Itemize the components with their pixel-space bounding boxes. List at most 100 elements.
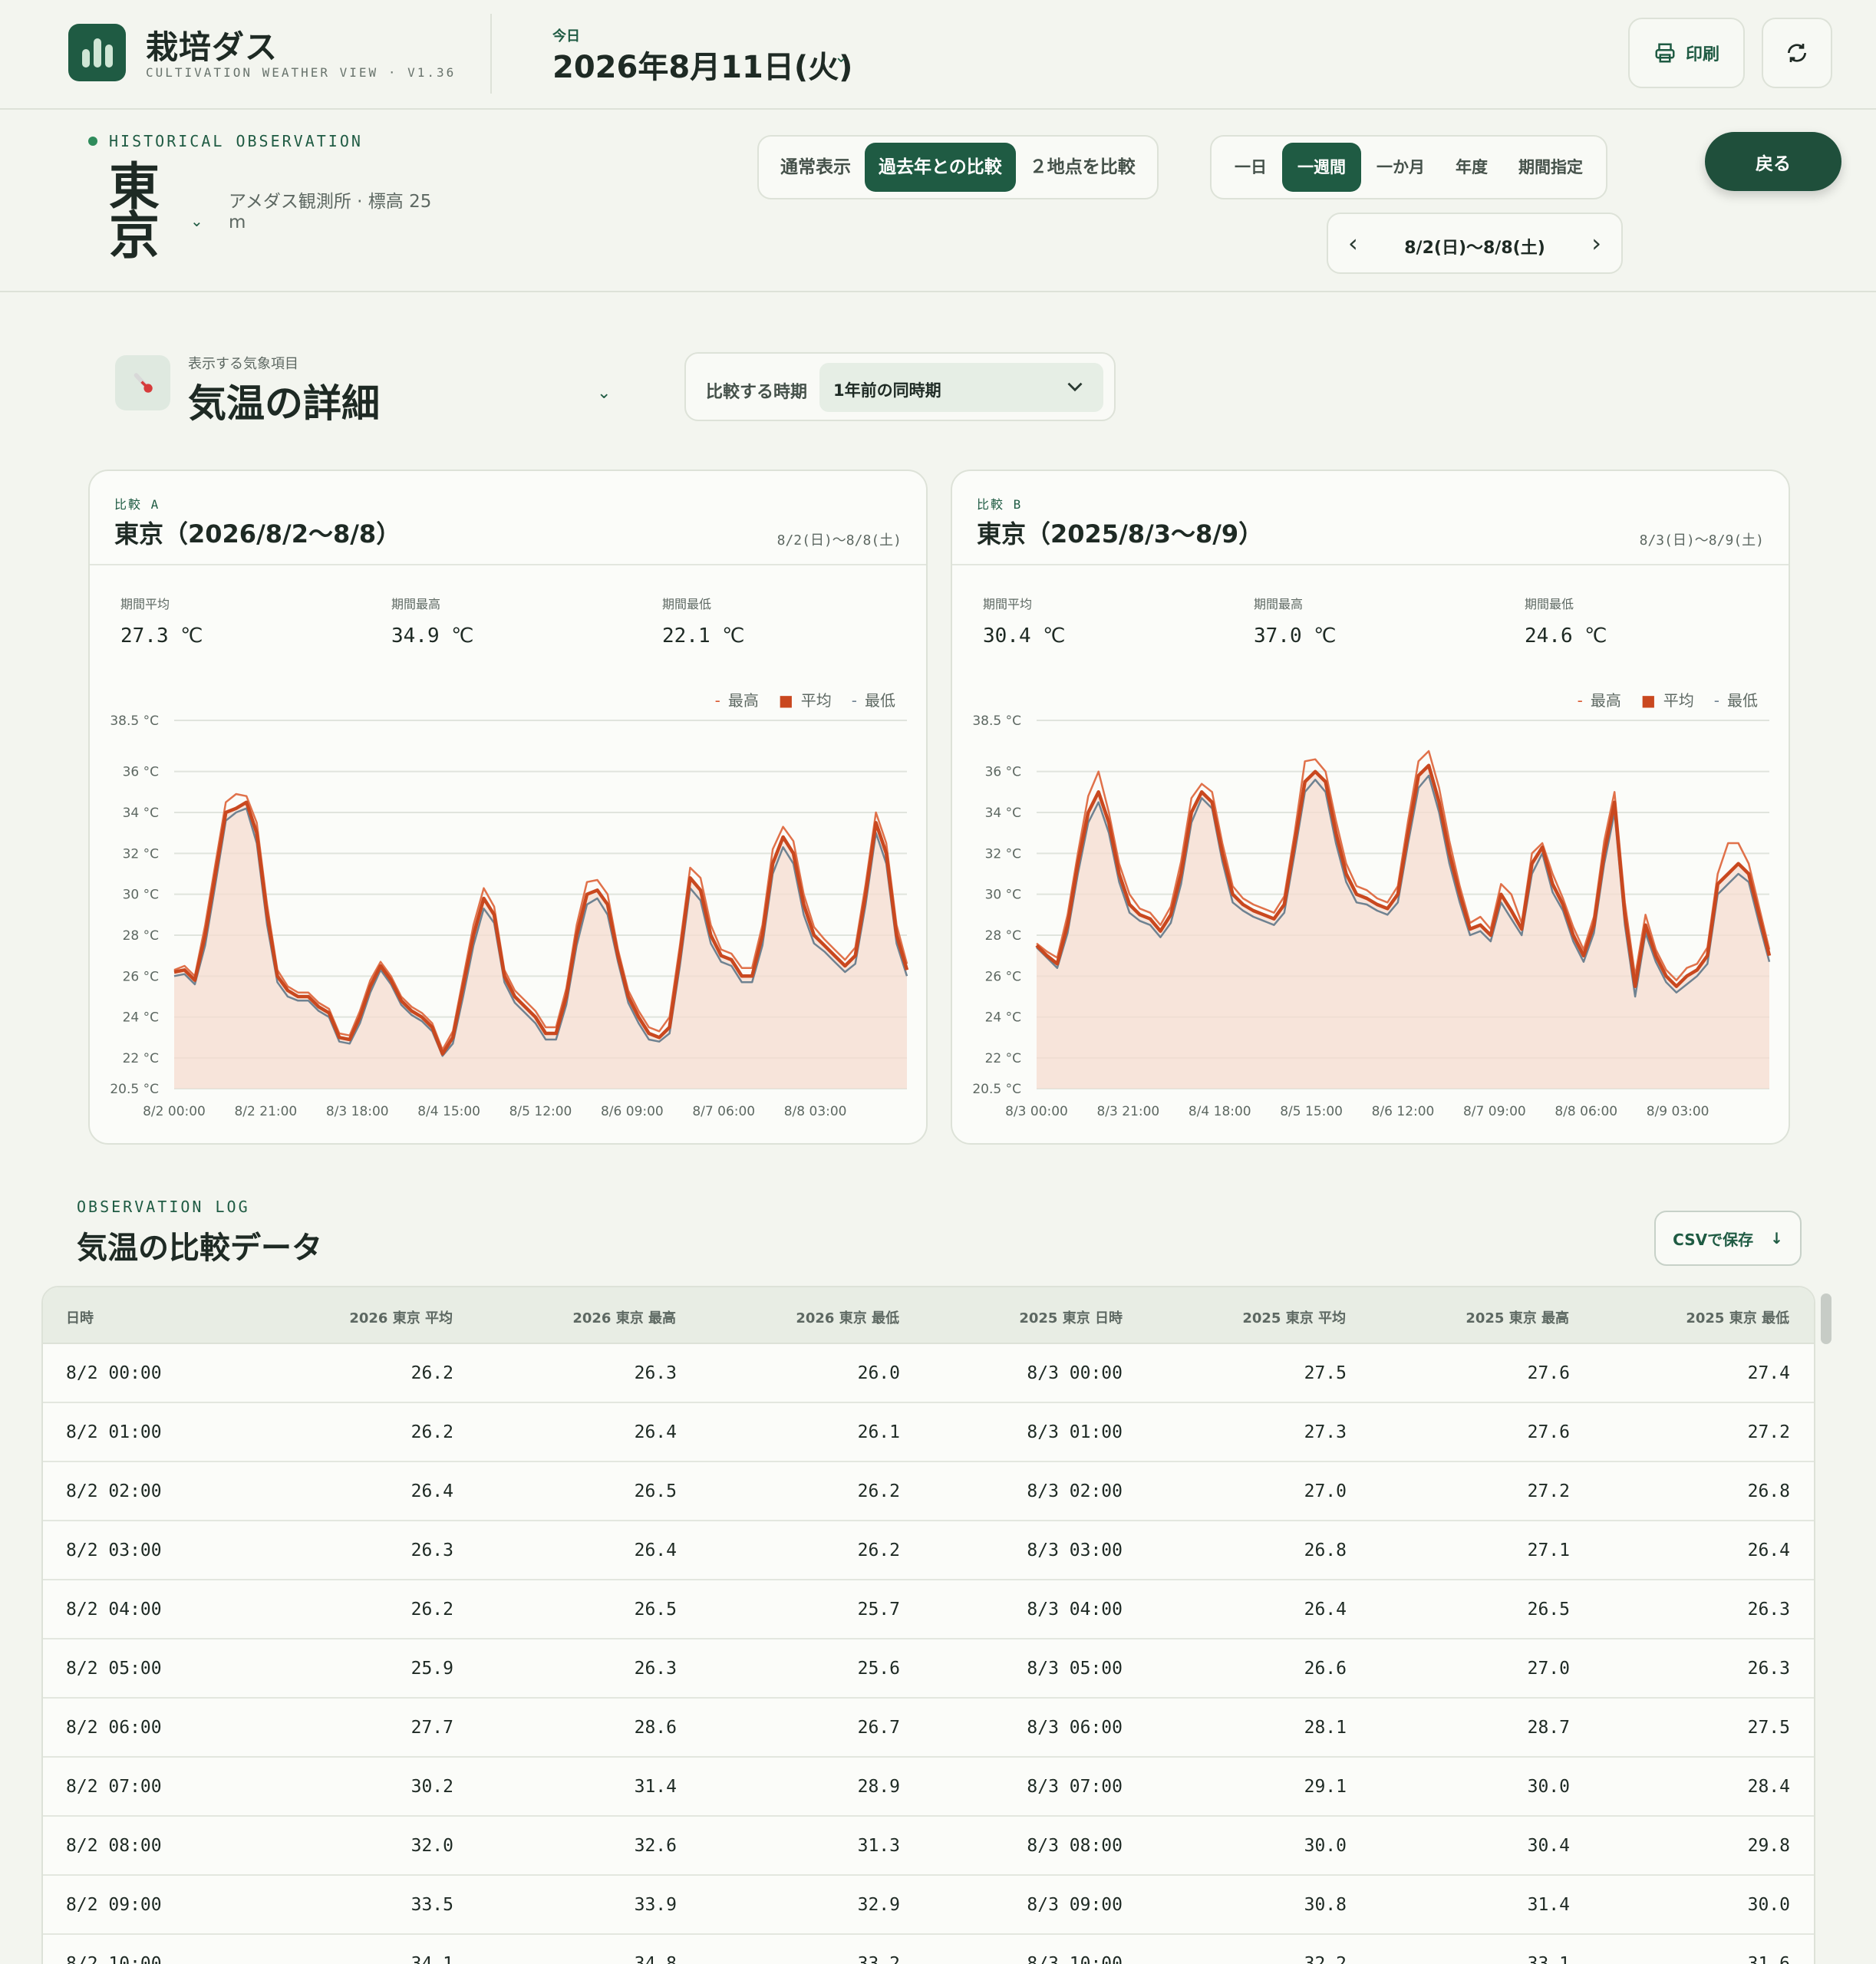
table-cell: 27.3 <box>1304 1422 1347 1442</box>
column-header[interactable]: 2025 東京 平均 <box>1242 1307 1346 1327</box>
table-cell: 8/2 05:00 <box>66 1659 162 1679</box>
y-tick-label: 38.5 °C <box>972 713 1021 729</box>
table-row: 8/2 02:00 26.4 26.5 26.2 8/3 02:00 27.0 27.2 26… <box>43 1462 1814 1521</box>
table-cell: 26.4 <box>410 1481 453 1501</box>
table-cell: 31.4 <box>1527 1895 1570 1915</box>
today-date-selector[interactable]: 2026年8月11日(火) <box>552 42 852 87</box>
table-cell: 27.0 <box>1304 1481 1347 1501</box>
column-header[interactable]: 2025 東京 最低 <box>1686 1307 1789 1327</box>
table-row: 8/2 09:00 33.5 33.9 32.9 8/3 09:00 30.8 31.4 30… <box>43 1876 1814 1935</box>
table-row: 8/2 08:00 32.0 32.6 31.3 8/3 08:00 30.0 30.4 29… <box>43 1817 1814 1876</box>
table-cell: 27.4 <box>1747 1363 1790 1383</box>
print-button[interactable]: 印刷 <box>1628 18 1745 88</box>
table-cell: 26.1 <box>857 1422 900 1442</box>
table-cell: 8/2 10:00 <box>66 1954 162 1964</box>
column-header[interactable]: 2026 東京 最低 <box>796 1307 899 1327</box>
column-header[interactable]: 2026 東京 平均 <box>349 1307 453 1327</box>
x-tick-label: 8/5 12:00 <box>509 1104 572 1119</box>
table-cell: 31.4 <box>634 1777 677 1797</box>
csv-save-button[interactable]: CSVで保存 ↓ <box>1654 1211 1802 1266</box>
chevron-right-icon[interactable]: › <box>1591 228 1601 259</box>
period-navigator: ‹ 8/2(日)〜8/8(土) › <box>1327 213 1623 274</box>
mode-compare-sites[interactable]: ２地点を比較 <box>1016 143 1149 192</box>
table-row: 8/2 10:00 34.1 34.8 33.2 8/3 10:00 32.2 33.1 31… <box>43 1935 1814 1964</box>
log-section-label: OBSERVATION LOG <box>77 1198 250 1216</box>
table-cell: 8/2 06:00 <box>66 1718 162 1738</box>
y-tick-label: 28 °C <box>123 928 159 944</box>
station-meta: アメダス観測所 · 標高 25 m <box>229 192 432 232</box>
y-tick-label: 28 °C <box>985 928 1021 944</box>
y-tick-label: 26 °C <box>985 969 1021 984</box>
table-cell: 30.0 <box>1304 1836 1347 1856</box>
y-tick-label: 34 °C <box>123 806 159 821</box>
y-tick-label: 32 °C <box>123 846 159 862</box>
mode-compare-year[interactable]: 過去年との比較 <box>865 143 1016 192</box>
column-header[interactable]: 日時 <box>66 1307 94 1327</box>
comparison-table: 日時 2026 東京 平均 2026 東京 最高 2026 東京 最低 2025 東京 … <box>41 1286 1815 1964</box>
chevron-down-icon[interactable]: ⌄ <box>834 48 848 67</box>
x-tick-label: 8/3 18:00 <box>326 1104 389 1119</box>
range-week[interactable]: 一週間 <box>1282 143 1361 192</box>
range-custom[interactable]: 期間指定 <box>1503 143 1598 192</box>
table-cell: 8/2 07:00 <box>66 1777 162 1797</box>
item-small-label: 表示する気象項目 <box>188 356 298 372</box>
table-cell: 8/3 07:00 <box>1027 1777 1123 1797</box>
table-cell: 30.4 <box>1527 1836 1570 1856</box>
area-fill <box>174 802 907 1089</box>
table-cell: 8/3 00:00 <box>1027 1363 1123 1383</box>
y-tick-label: 32 °C <box>985 846 1021 862</box>
table-cell: 31.6 <box>1747 1954 1790 1964</box>
header-divider <box>490 14 492 94</box>
table-cell: 33.9 <box>634 1895 677 1915</box>
table-header: 日時 2026 東京 平均 2026 東京 最高 2026 東京 最低 2025 東京 … <box>43 1287 1814 1344</box>
table-cell: 26.3 <box>634 1659 677 1679</box>
table-cell: 27.7 <box>410 1718 453 1738</box>
csv-save-label: CSVで保存 <box>1673 1230 1754 1249</box>
chevron-down-icon[interactable]: ⌄ <box>190 212 203 230</box>
back-button[interactable]: 戻る <box>1705 132 1841 191</box>
table-cell: 26.0 <box>857 1363 900 1383</box>
table-cell: 26.2 <box>410 1600 453 1620</box>
column-header[interactable]: 2025 東京 最高 <box>1466 1307 1569 1327</box>
range-month[interactable]: 一か月 <box>1361 143 1440 192</box>
table-row: 8/2 07:00 30.2 31.4 28.9 8/3 07:00 29.1 30.0 28… <box>43 1758 1814 1817</box>
table-cell: 27.2 <box>1527 1481 1570 1501</box>
chart-card-a: 比較 A 東京（2026/8/2〜8/8） 8/2(日)〜8/8(土) 期間平均… <box>88 470 928 1145</box>
table-row: 8/2 01:00 26.2 26.4 26.1 8/3 01:00 27.3 27.6 27… <box>43 1403 1814 1462</box>
y-tick-label: 20.5 °C <box>972 1082 1021 1097</box>
table-cell: 27.6 <box>1527 1422 1570 1442</box>
station-name[interactable]: 東京 <box>109 162 163 262</box>
x-tick-label: 8/6 09:00 <box>601 1104 664 1119</box>
x-tick-label: 8/3 00:00 <box>1005 1104 1068 1119</box>
refresh-button[interactable] <box>1762 18 1832 88</box>
weather-item-selector[interactable]: 気温の詳細 <box>188 373 380 428</box>
table-cell: 26.3 <box>1747 1600 1790 1620</box>
table-cell: 30.8 <box>1304 1895 1347 1915</box>
table-cell: 8/3 04:00 <box>1027 1600 1123 1620</box>
compare-period-select[interactable]: 1年前の同時期 <box>819 363 1103 412</box>
table-cell: 33.5 <box>410 1895 453 1915</box>
table-cell: 27.5 <box>1304 1363 1347 1383</box>
table-cell: 8/2 02:00 <box>66 1481 162 1501</box>
range-year[interactable]: 年度 <box>1440 143 1503 192</box>
table-cell: 26.8 <box>1304 1541 1347 1560</box>
view-mode-toggle: 通常表示 過去年との比較 ２地点を比較 <box>757 135 1159 199</box>
app-subtitle: CULTIVATION WEATHER VIEW · V1.36 <box>146 65 457 80</box>
mode-normal[interactable]: 通常表示 <box>767 143 865 192</box>
x-tick-label: 8/3 21:00 <box>1096 1104 1159 1119</box>
y-tick-label: 34 °C <box>985 806 1021 821</box>
table-cell: 29.8 <box>1747 1836 1790 1856</box>
table-row: 8/2 06:00 27.7 28.6 26.7 8/3 06:00 28.1 28.7 27… <box>43 1699 1814 1758</box>
table-cell: 8/3 09:00 <box>1027 1895 1123 1915</box>
download-arrow-icon: ↓ <box>1770 1229 1783 1247</box>
app-name: 栽培ダス <box>146 28 279 66</box>
table-cell: 30.0 <box>1747 1895 1790 1915</box>
table-cell: 26.4 <box>1747 1541 1790 1560</box>
column-header[interactable]: 2026 東京 最高 <box>572 1307 676 1327</box>
column-header[interactable]: 2025 東京 日時 <box>1019 1307 1123 1327</box>
range-day[interactable]: 一日 <box>1219 143 1282 192</box>
table-cell: 32.9 <box>857 1895 900 1915</box>
table-scrollbar[interactable] <box>1821 1293 1831 1344</box>
chevron-down-icon[interactable]: ⌄ <box>597 384 611 403</box>
table-cell: 26.2 <box>410 1422 453 1442</box>
